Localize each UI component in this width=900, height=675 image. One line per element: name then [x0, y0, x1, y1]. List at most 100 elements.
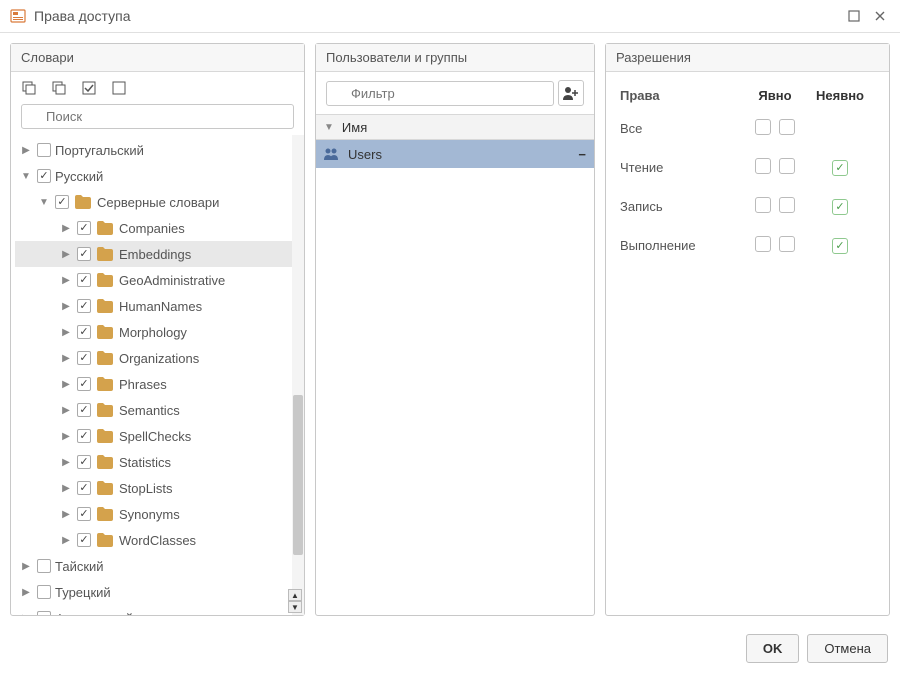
perm-row: Запись: [620, 187, 875, 226]
tree-row[interactable]: ▶ Semantics: [15, 397, 304, 423]
tree-row[interactable]: ▶Phrases: [15, 371, 304, 397]
checkbox[interactable]: [77, 247, 91, 261]
expand-icon[interactable]: ▶: [19, 561, 33, 572]
tree-row[interactable]: ▶ HumanNames: [15, 293, 304, 319]
expand-icon[interactable]: ▶: [59, 405, 73, 416]
tree-row[interactable]: ▶Португальский: [15, 137, 304, 163]
collapse-icon[interactable]: ▼: [37, 197, 51, 208]
collapse-all-icon[interactable]: [51, 80, 67, 96]
expand-icon[interactable]: ▶: [19, 587, 33, 598]
tree-label: WordClasses: [119, 533, 196, 548]
checkbox[interactable]: [77, 533, 91, 547]
add-user-button[interactable]: [558, 80, 584, 106]
checkbox[interactable]: [77, 221, 91, 235]
sort-icon[interactable]: ▼: [324, 122, 334, 133]
implicit-checkbox: [832, 160, 848, 176]
tree-row[interactable]: ▼ Русский: [15, 163, 304, 189]
close-button[interactable]: [870, 6, 890, 26]
cancel-button[interactable]: Отмена: [807, 634, 888, 663]
explicit-checkbox[interactable]: [755, 158, 771, 174]
checkbox[interactable]: [37, 169, 51, 183]
users-column-header[interactable]: ▼ Имя: [316, 114, 594, 140]
dict-tree[interactable]: ▶Португальский ▼ Русский ▼Серверные словари…: [11, 135, 304, 615]
uncheck-all-icon[interactable]: [111, 80, 127, 96]
explicit-checkbox[interactable]: [779, 158, 795, 174]
scroll-up-button[interactable]: ▲: [288, 589, 302, 601]
expand-icon[interactable]: ▶: [59, 379, 73, 390]
checkbox[interactable]: [77, 351, 91, 365]
collapse-icon[interactable]: ▼: [19, 171, 33, 182]
expand-icon[interactable]: ▶: [59, 535, 73, 546]
remove-user-icon[interactable]: −: [578, 147, 586, 162]
tree-row[interactable]: ▶StopLists: [15, 475, 304, 501]
perm-label: Запись: [620, 199, 745, 214]
checkbox[interactable]: [37, 559, 51, 573]
tree-row[interactable]: ▼Серверные словари: [15, 189, 304, 215]
explicit-checkbox[interactable]: [755, 197, 771, 213]
checkbox[interactable]: [37, 143, 51, 157]
perm-table-header: Права Явно Неявно: [620, 82, 875, 109]
checkbox[interactable]: [77, 455, 91, 469]
tree-row[interactable]: ▶GeoAdministrative: [15, 267, 304, 293]
expand-icon[interactable]: ▶: [59, 483, 73, 494]
maximize-button[interactable]: [844, 6, 864, 26]
checkbox[interactable]: [77, 325, 91, 339]
dict-search-input[interactable]: [21, 104, 294, 129]
perm-label: Чтение: [620, 160, 745, 175]
tree-row[interactable]: ▶SpellChecks: [15, 423, 304, 449]
expand-icon[interactable]: ▶: [59, 509, 73, 520]
checkbox[interactable]: [77, 429, 91, 443]
explicit-checkbox[interactable]: [755, 236, 771, 252]
tree-label: Французский: [55, 611, 133, 616]
tree-row[interactable]: ▶Organizations: [15, 345, 304, 371]
expand-icon[interactable]: ▶: [59, 431, 73, 442]
expand-icon[interactable]: ▶: [59, 457, 73, 468]
perm-col-rights: Права: [620, 88, 745, 103]
perm-label: Выполнение: [620, 238, 745, 253]
explicit-checkbox[interactable]: [755, 119, 771, 135]
expand-icon[interactable]: ▶: [19, 145, 33, 156]
tree-label: Semantics: [119, 403, 180, 418]
scrollbar-track[interactable]: [292, 135, 304, 615]
tree-row[interactable]: ▶Statistics: [15, 449, 304, 475]
users-filter-input[interactable]: [326, 81, 554, 106]
tree-row[interactable]: ▶Morphology: [15, 319, 304, 345]
tree-row[interactable]: ▶ Французский: [15, 605, 304, 615]
checkbox[interactable]: [77, 299, 91, 313]
user-row[interactable]: Users−: [316, 140, 594, 168]
expand-icon[interactable]: ▶: [59, 301, 73, 312]
tree-label: Русский: [55, 169, 103, 184]
checkbox[interactable]: [77, 273, 91, 287]
tree-label: HumanNames: [119, 299, 202, 314]
check-all-icon[interactable]: [81, 80, 97, 96]
tree-row[interactable]: ▶Турецкий: [15, 579, 304, 605]
expand-icon[interactable]: ▶: [59, 327, 73, 338]
checkbox[interactable]: [55, 195, 69, 209]
expand-icon[interactable]: ▶: [59, 249, 73, 260]
tree-row[interactable]: ▶Companies: [15, 215, 304, 241]
scrollbar-thumb[interactable]: [293, 395, 303, 555]
scroll-down-button[interactable]: ▼: [288, 601, 302, 613]
checkbox[interactable]: [77, 507, 91, 521]
tree-row[interactable]: ▶ WordClasses: [15, 527, 304, 553]
explicit-checkbox[interactable]: [779, 236, 795, 252]
perm-row: Чтение: [620, 148, 875, 187]
explicit-checkbox[interactable]: [779, 197, 795, 213]
tree-label: Тайский: [55, 559, 104, 574]
explicit-checkbox[interactable]: [779, 119, 795, 135]
checkbox[interactable]: [37, 611, 51, 615]
checkbox[interactable]: [77, 481, 91, 495]
checkbox[interactable]: [37, 585, 51, 599]
checkbox[interactable]: [77, 403, 91, 417]
expand-all-icon[interactable]: [21, 80, 37, 96]
titlebar: Права доступа: [0, 0, 900, 33]
expand-icon[interactable]: ▶: [59, 275, 73, 286]
checkbox[interactable]: [77, 377, 91, 391]
tree-row[interactable]: ▶Synonyms: [15, 501, 304, 527]
tree-row[interactable]: ▶Embeddings: [15, 241, 304, 267]
tree-row[interactable]: ▶ Тайский: [15, 553, 304, 579]
expand-icon[interactable]: ▶: [59, 223, 73, 234]
expand-icon[interactable]: ▶: [19, 613, 33, 616]
expand-icon[interactable]: ▶: [59, 353, 73, 364]
ok-button[interactable]: OK: [746, 634, 800, 663]
